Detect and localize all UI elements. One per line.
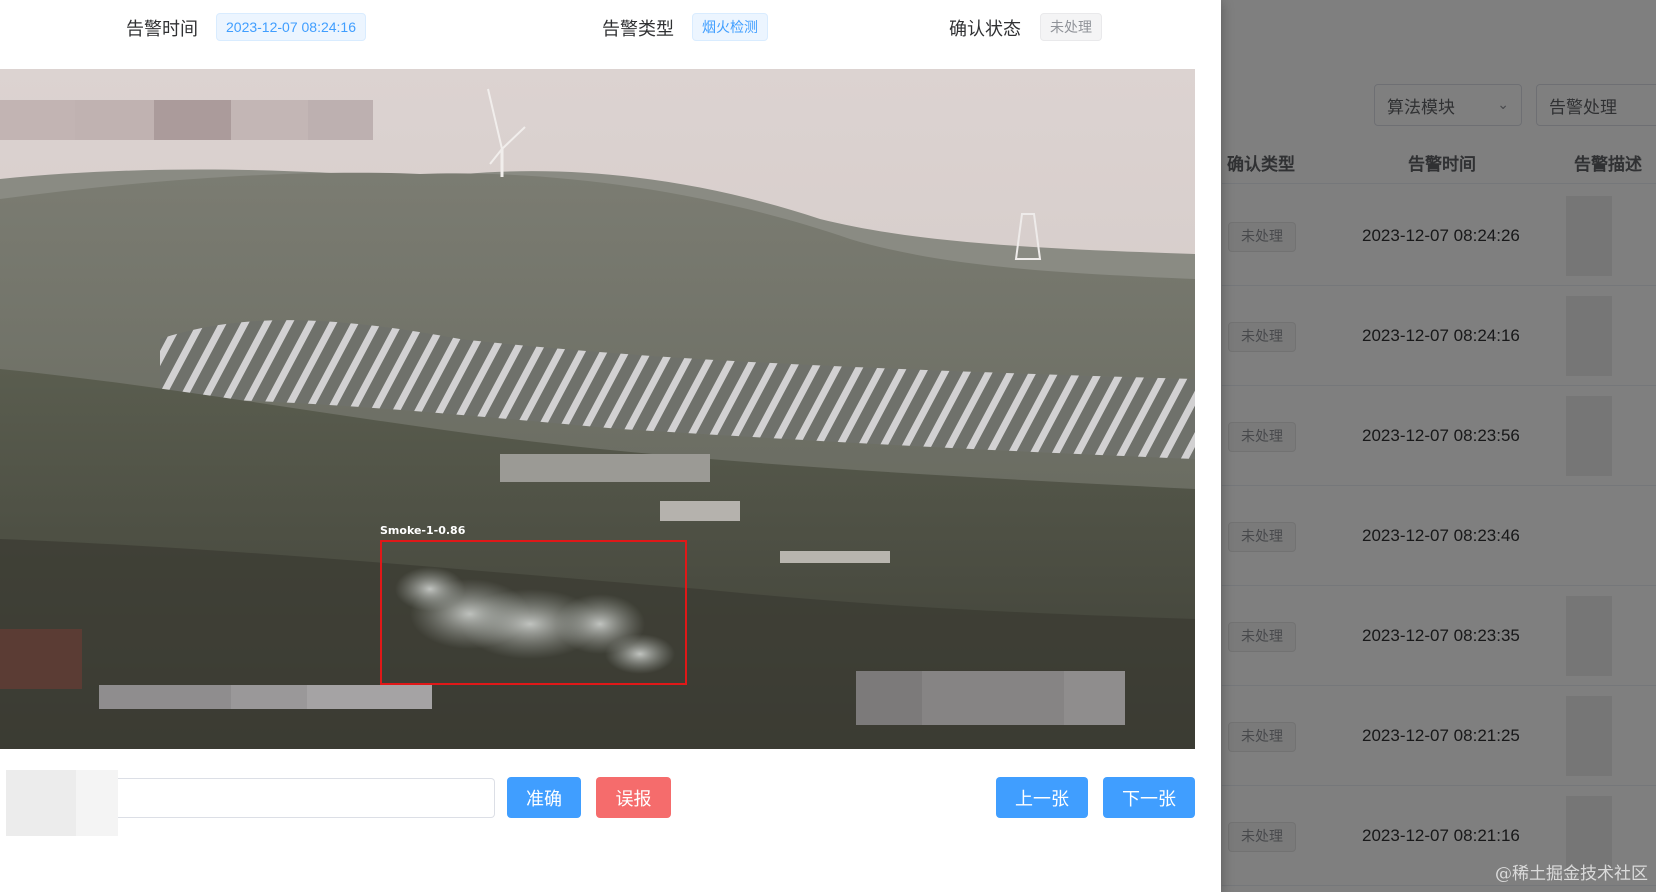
alarm-detail-dialog: 告警时间 2023-12-07 08:24:16 告警类型 烟火检测 确认状态 …	[0, 0, 1221, 892]
accurate-button[interactable]: 准确	[507, 777, 581, 818]
false-alarm-button[interactable]: 误报	[596, 777, 671, 818]
watermark: @稀土掘金技术社区	[1495, 864, 1648, 884]
remark-input[interactable]	[118, 778, 495, 818]
privacy-mosaic	[99, 685, 432, 709]
privacy-mosaic	[0, 100, 373, 140]
alarm-time-tag: 2023-12-07 08:24:16	[216, 13, 366, 41]
privacy-mosaic	[856, 671, 1125, 725]
detection-label: Smoke-1-0.86	[380, 524, 466, 537]
alarm-snapshot-image: Smoke-1-0.86	[0, 69, 1195, 749]
avatar	[6, 770, 118, 836]
confirm-status-tag: 未处理	[1040, 13, 1102, 41]
next-button[interactable]: 下一张	[1103, 777, 1195, 818]
confirm-status-label: 确认状态	[949, 19, 1021, 40]
alarm-type-label: 告警类型	[602, 19, 674, 40]
detection-box	[380, 540, 687, 685]
alarm-type-tag: 烟火检测	[692, 13, 768, 41]
prev-button[interactable]: 上一张	[996, 777, 1088, 818]
alarm-time-label: 告警时间	[126, 19, 198, 40]
